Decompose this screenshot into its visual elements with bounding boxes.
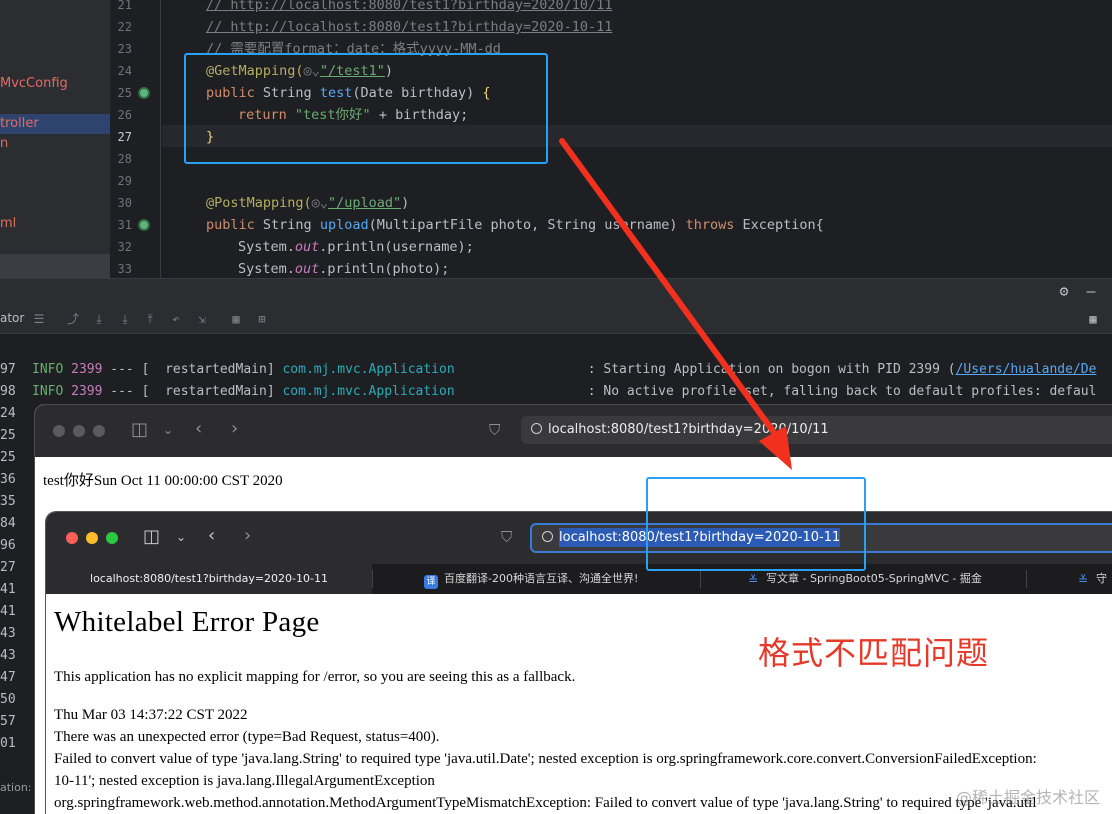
red-arrow — [559, 138, 792, 470]
arrow-head — [759, 426, 792, 470]
watermark: @稀土掘金技术社区 — [956, 788, 1101, 807]
arrow-shaft — [559, 138, 781, 441]
